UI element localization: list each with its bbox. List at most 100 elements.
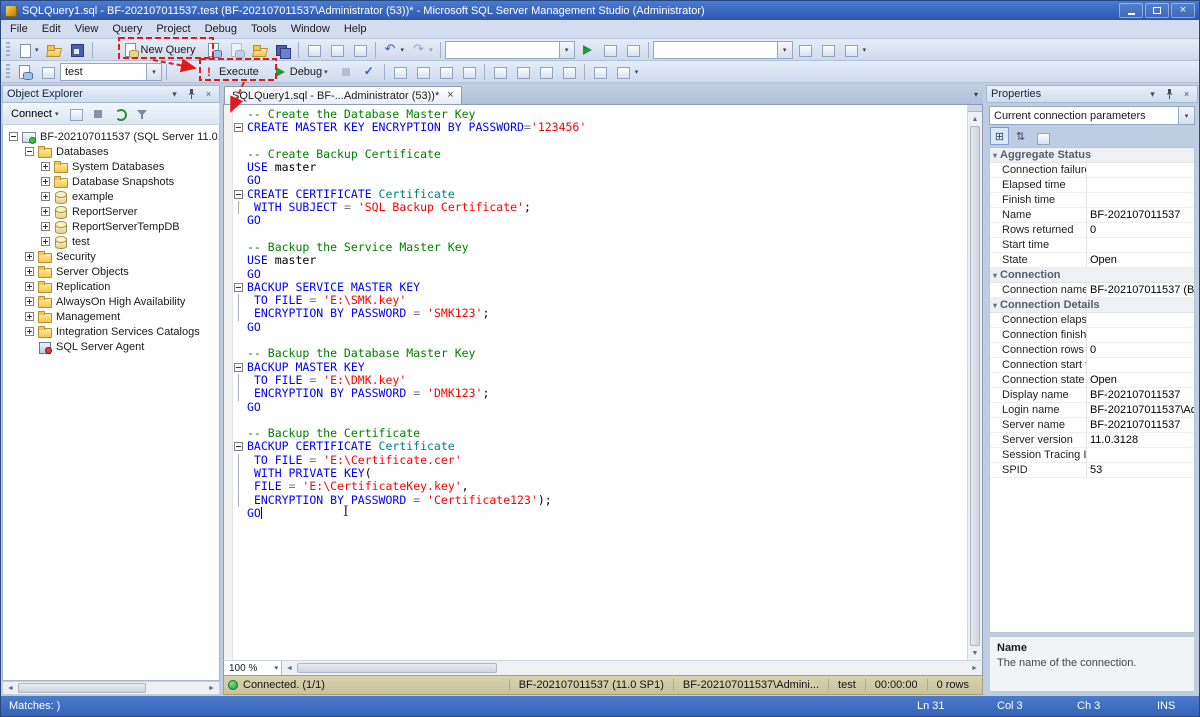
available-databases-combo[interactable]: test ▾ [60,62,162,81]
toolbar-overflow-chevron[interactable]: ▾ [863,46,867,54]
toolbar-grip[interactable] [6,41,10,58]
refresh-button[interactable] [110,105,130,123]
property-value[interactable]: 0 [1087,223,1194,237]
tree-item-management[interactable]: Management [3,309,219,324]
fold-gutter[interactable] [233,188,247,201]
property-row[interactable]: State Open [990,253,1194,268]
close-icon[interactable]: × [202,88,215,101]
close-button[interactable]: × [1171,3,1195,18]
expand-icon[interactable] [41,237,50,246]
code-line[interactable]: FILE = 'E:\CertificateKey.key', [233,480,967,494]
property-row[interactable]: Start time [990,238,1194,253]
outdent-button[interactable] [612,62,634,82]
property-value[interactable]: BF-202107011537 [1087,418,1194,432]
open-query-file-button[interactable] [249,40,271,60]
code-line[interactable]: -- Backup the Database Master Key [233,347,967,360]
minimize-button[interactable] [1119,3,1143,18]
expand-icon[interactable] [25,312,34,321]
connect-database-button[interactable] [14,62,36,82]
fold-gutter[interactable] [233,281,247,294]
expand-icon[interactable] [25,327,34,336]
fold-collapse-icon[interactable] [234,442,243,452]
code-line[interactable]: TO FILE = 'E:\SMK.key' [233,294,967,308]
debug-button[interactable]: Debug ▾ [266,62,334,82]
alphabetical-button[interactable]: ⇅ [1011,127,1030,145]
property-value[interactable]: BF-202107011537 (BF-20 [1087,283,1194,297]
tree-item-integration-services-catalogs[interactable]: Integration Services Catalogs [3,324,219,339]
property-pages-button[interactable] [1032,127,1051,145]
start-debugging-button[interactable] [576,40,598,60]
tree-item-server-objects[interactable]: Server Objects [3,264,219,279]
window-layout-button[interactable] [817,40,839,60]
registered-servers-button[interactable] [599,40,621,60]
chevron-down-icon[interactable]: ▾ [558,41,574,58]
sql-editor[interactable]: I -- Create the Database Master Key CREAT… [233,105,967,660]
tree-item-reportservertempdb[interactable]: ReportServerTempDB [3,219,219,234]
code-line[interactable]: BACKUP MASTER KEY [233,360,967,374]
new-query-button[interactable]: New Query [117,40,202,60]
code-line[interactable]: TO FILE = 'E:\DMK.key' [233,373,967,388]
tree-item-reportserver[interactable]: ReportServer [3,204,219,219]
expand-icon[interactable] [41,162,50,171]
expand-icon[interactable] [25,297,34,306]
code-line[interactable]: GO [233,174,967,187]
code-line[interactable]: USE master [233,161,967,174]
indent-button[interactable] [589,62,611,82]
toolbar-grip[interactable] [6,63,10,80]
code-line[interactable]: CREATE MASTER KEY ENCRYPTION BY PASSWORD… [233,121,967,134]
chevron-down-icon[interactable]: ▾ [1146,88,1159,101]
redo-button[interactable]: ▾ [408,40,436,60]
fold-gutter[interactable] [233,440,247,453]
template-explorer-button[interactable] [622,40,644,60]
display-estimated-plan-button[interactable] [389,62,411,82]
fold-collapse-icon[interactable] [234,189,243,199]
menu-file[interactable]: File [3,21,35,37]
code-line[interactable]: GO [233,267,967,281]
expand-icon[interactable] [25,282,34,291]
properties-header[interactable]: Properties ▾ × [986,85,1198,103]
property-value[interactable]: 53 [1087,463,1194,477]
expand-icon[interactable] [25,267,34,276]
property-row[interactable]: Connection start time [990,358,1194,373]
parse-button[interactable] [358,62,380,82]
property-row[interactable]: Server version 11.0.3128 [990,433,1194,448]
property-row[interactable]: Connection finish [990,328,1194,343]
menu-window[interactable]: Window [284,21,337,37]
chevron-down-icon[interactable]: ▾ [776,41,792,58]
include-actual-plan-button[interactable] [458,62,480,82]
code-line[interactable]: WITH SUBJECT = 'SQL Backup Certificate'; [233,200,967,215]
menu-tools[interactable]: Tools [244,21,284,37]
tab-close-icon[interactable]: × [447,90,453,101]
property-row[interactable]: Elapsed time [990,178,1194,193]
selection-margin[interactable] [224,105,233,660]
property-value[interactable] [1087,193,1194,207]
copy-button[interactable] [326,40,348,60]
property-value[interactable]: 0 [1087,343,1194,357]
find-button[interactable] [794,40,816,60]
collapse-icon[interactable] [25,147,34,156]
stop-button[interactable] [88,105,108,123]
database-engine-query-button[interactable] [203,40,225,60]
code-line[interactable] [233,228,967,241]
chevron-down-icon[interactable]: ▾ [1178,107,1194,124]
property-category[interactable]: ▾ Aggregate Status [990,148,1194,163]
new-file-button[interactable]: ▾ [14,40,42,60]
code-line[interactable]: -- Create the Database Master Key [233,107,967,121]
toolbar-combo[interactable]: ▾ [444,40,575,59]
tree-item-system-databases[interactable]: System Databases [3,159,219,174]
property-value[interactable] [1087,448,1194,462]
property-value[interactable] [1087,313,1194,327]
code-line[interactable]: BACKUP SERVICE MASTER KEY [233,280,967,294]
property-row[interactable]: Finish time [990,193,1194,208]
code-line[interactable]: ENCRYPTION BY PASSWORD = 'SMK123'; [233,307,967,321]
intellisense-button[interactable] [435,62,457,82]
property-row[interactable]: Name BF-202107011537 [990,208,1194,223]
fold-gutter[interactable] [233,361,247,374]
property-row[interactable]: Connection state Open [990,373,1194,388]
code-line[interactable]: USE master [233,254,967,267]
menu-view[interactable]: View [68,21,106,37]
code-line[interactable]: GO [233,400,967,414]
property-value[interactable]: BF-202107011537\Admi [1087,403,1194,417]
tree-item-security[interactable]: Security [3,249,219,264]
code-line[interactable]: GO [233,214,967,227]
